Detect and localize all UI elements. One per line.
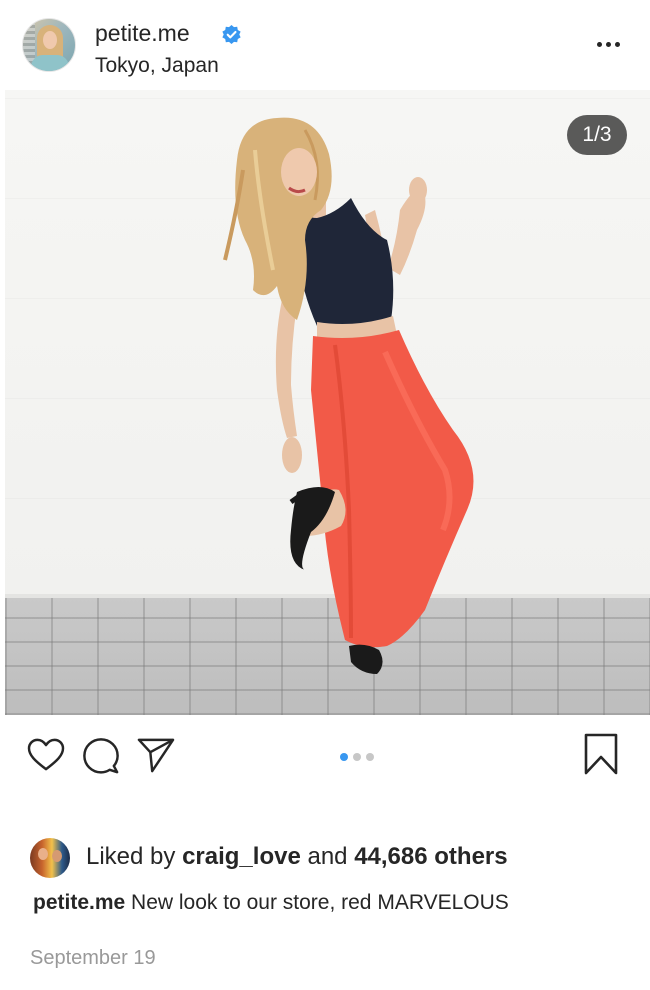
post-username[interactable]: petite.me: [95, 19, 190, 47]
post-caption: petite.me New look to our store, red MAR…: [33, 889, 509, 917]
more-options-icon[interactable]: [597, 34, 627, 54]
caption-username[interactable]: petite.me: [33, 891, 125, 914]
carousel-dot-active: [340, 753, 348, 761]
likes-summary: Liked by craig_love and 44,686 others: [86, 842, 508, 872]
verified-badge-icon: [222, 25, 241, 44]
more-dot: [597, 41, 602, 47]
comment-icon[interactable]: [82, 737, 120, 775]
post-header: petite.me Tokyo, Japan: [0, 0, 650, 90]
image-counter-badge: 1/3: [567, 115, 627, 155]
post-date: September 19: [30, 947, 156, 969]
profile-avatar[interactable]: [22, 18, 76, 72]
action-bar: [0, 715, 650, 795]
post-photo[interactable]: 1/3: [5, 90, 650, 715]
likes-count[interactable]: 44,686 others: [354, 843, 507, 870]
send-icon[interactable]: [137, 737, 175, 773]
photo-model-figure: [223, 117, 474, 674]
likes-prefix: Liked by: [86, 843, 176, 870]
liker-avatar[interactable]: [30, 838, 70, 878]
avatar-face: [43, 31, 57, 49]
heart-icon[interactable]: [27, 738, 65, 772]
more-dot: [615, 41, 620, 47]
liker-face: [38, 848, 48, 860]
avatar-clothing: [31, 55, 69, 71]
more-dot: [606, 41, 611, 47]
bookmark-icon[interactable]: [583, 733, 619, 775]
carousel-dot: [353, 753, 361, 761]
likes-row: Liked by craig_love and 44,686 others: [0, 830, 650, 880]
carousel-indicator: [340, 753, 374, 761]
caption-text: New look to our store, red MARVELOUS: [131, 891, 509, 914]
liker-username[interactable]: craig_love: [182, 843, 301, 870]
liker-face: [52, 850, 62, 862]
post-location[interactable]: Tokyo, Japan: [95, 53, 219, 79]
carousel-dot: [366, 753, 374, 761]
likes-joiner: and: [307, 843, 348, 870]
